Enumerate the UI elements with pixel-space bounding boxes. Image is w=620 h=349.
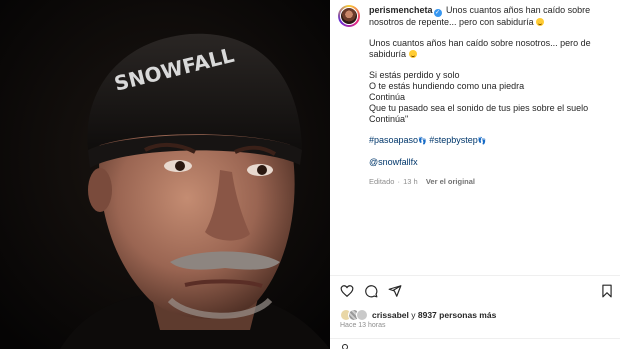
lyric-line: Continúa" — [369, 114, 409, 124]
smile-emoji-icon — [408, 50, 417, 58]
caption: perismencheta ✓ Unos cuantos años han caí… — [369, 5, 609, 187]
bookmark-icon[interactable] — [600, 284, 614, 298]
verified-badge-icon: ✓ — [433, 9, 442, 17]
footprints-emoji-icon: 👣 — [418, 138, 427, 145]
hashtag-link[interactable]: #stepbystep — [429, 135, 478, 145]
caption-lyrics: Si estás perdido y solo O te estás hundi… — [369, 70, 609, 125]
post-details-panel: perismencheta ✓ Unos cuantos años han caí… — [330, 0, 620, 349]
mention-link[interactable]: @snowfallfx — [369, 157, 418, 167]
liker-username[interactable]: crissabel — [372, 310, 409, 320]
paragraph-text: Unos cuantos años han caído sobre nosotr… — [369, 38, 591, 59]
comment-icon[interactable] — [364, 284, 378, 298]
hashtags: #pasoapaso👣 #stepbystep👣 — [369, 135, 609, 147]
instagram-post-view: SNOWFALL perismencheta ✓ Unos cuantos año… — [0, 0, 620, 349]
author-username[interactable]: perismencheta — [369, 5, 433, 15]
actions-divider — [330, 275, 620, 276]
heart-icon[interactable] — [340, 284, 354, 298]
post-meta: Editado · 13 h Ver el original — [369, 177, 475, 186]
likes-others[interactable]: 8937 personas más — [418, 310, 496, 320]
post-time: Hace 13 horas — [340, 322, 386, 329]
likes-text: crissabel y 8937 personas más — [372, 310, 496, 320]
comment-divider — [330, 338, 620, 339]
author-avatar[interactable] — [338, 5, 360, 27]
share-icon[interactable] — [388, 284, 402, 298]
post-caption-block: perismencheta ✓ Unos cuantos años han caí… — [338, 5, 616, 187]
edited-label: Editado — [369, 177, 395, 186]
smile-emoji-icon — [536, 18, 545, 26]
likes-connector: y — [411, 310, 416, 320]
portrait-illustration: SNOWFALL — [0, 0, 330, 349]
emoji-picker-icon[interactable] — [342, 344, 348, 349]
see-original-link[interactable]: Ver el original — [426, 177, 475, 186]
lyric-line: Que tu pasado sea el sonido de tus pies … — [369, 103, 589, 113]
mention: @snowfallfx — [369, 157, 609, 168]
hashtag-link[interactable]: #pasoapaso — [369, 135, 418, 145]
footprints-emoji-icon: 👣 — [477, 138, 487, 145]
caption-paragraph-1: Unos cuantos años han caído sobre nosotr… — [369, 38, 609, 60]
post-photo[interactable]: SNOWFALL — [0, 0, 330, 349]
lyric-line: O te estás hundiendo como una piedra — [369, 81, 525, 91]
edited-time: 13 h — [403, 177, 418, 186]
liker-avatar — [356, 309, 368, 321]
action-bar — [340, 284, 614, 298]
likes-summary[interactable]: crissabel y 8937 personas más — [340, 309, 496, 321]
lyric-line: Si estás perdido y solo — [369, 70, 460, 80]
lyric-line: Continúa — [369, 92, 406, 102]
